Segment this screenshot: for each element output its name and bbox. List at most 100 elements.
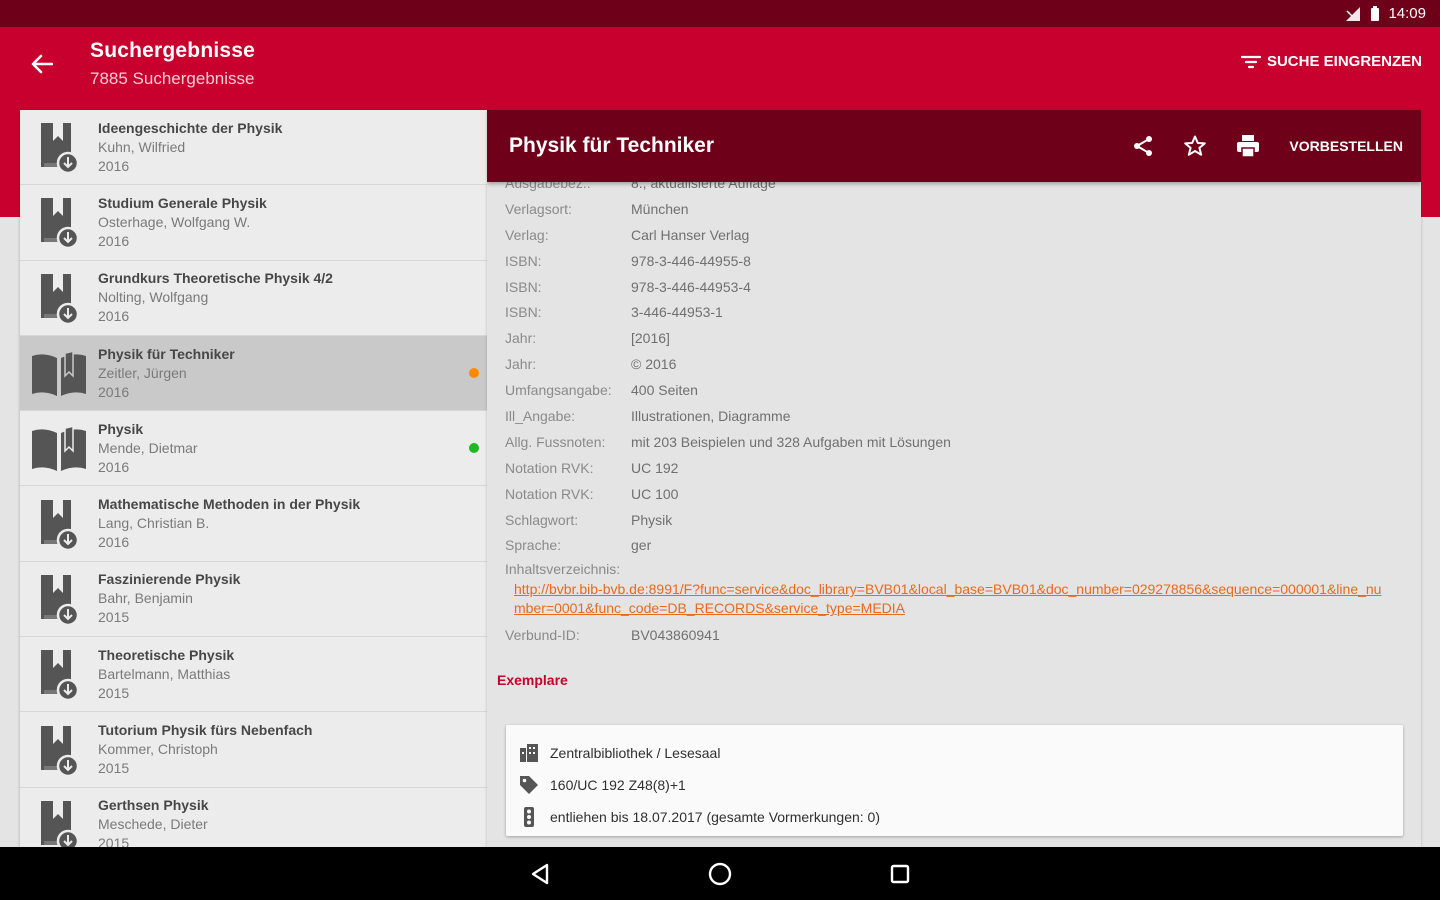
nav-back-button[interactable] (520, 854, 560, 894)
result-author: Bartelmann, Matthias (98, 665, 231, 682)
field-row: Verlagsort: München (487, 196, 1421, 222)
result-title: Gerthsen Physik (98, 797, 209, 814)
reserve-button[interactable]: VORBESTELLEN (1289, 138, 1403, 154)
traffic-light-icon (518, 806, 550, 828)
back-button[interactable] (22, 47, 62, 81)
result-item[interactable]: Theoretische Physik Bartelmann, Matthias 2… (20, 637, 487, 713)
field-row: Umfangsangabe: 400 Seiten (487, 377, 1421, 403)
field-row: Allg. Fussnoten: mit 203 Beispielen und 3… (487, 429, 1421, 455)
detail-actions: VORBESTELLEN (1131, 134, 1421, 158)
field-row: Notation RVK: UC 100 (487, 481, 1421, 507)
field-label: ISBN: (505, 252, 542, 269)
result-year: 2016 (98, 383, 130, 400)
ebook-download-icon (20, 194, 98, 250)
ebook-download-icon (20, 646, 98, 702)
result-year: 2016 (98, 534, 130, 551)
print-button[interactable] (1235, 134, 1261, 158)
result-year: 2015 (98, 760, 130, 777)
result-author: Osterhage, Wolfgang W. (98, 213, 251, 230)
result-item[interactable]: Ideengeschichte der Physik Kuhn, Wilfried… (20, 110, 487, 186)
field-row: ISBN: 3-446-44953-1 (487, 299, 1421, 325)
status-bar: 14:09 (0, 0, 1440, 27)
field-label: Notation RVK: (505, 485, 594, 502)
open-book-icon (20, 423, 98, 473)
field-label: Verlagsort: (505, 200, 572, 217)
detail-body: Ausgabebez.: 8., aktualisierte Auflage Ver… (487, 170, 1421, 688)
result-item[interactable]: Mathematische Methoden in der Physik Lang… (20, 486, 487, 562)
nav-home-button[interactable] (700, 854, 740, 894)
result-title: Faszinierende Physik (98, 571, 241, 588)
copy-location-row: Zentralbibliothek / Lesesaal (506, 737, 1403, 769)
result-item[interactable]: Tutorium Physik fürs Nebenfach Kommer, Ch… (20, 712, 487, 788)
field-value: [2016] (631, 330, 670, 347)
result-text: Mathematische Methoden in der Physik Lang… (98, 496, 360, 551)
field-row: ISBN: 978-3-446-44955-8 (487, 248, 1421, 274)
field-label: Verlag: (505, 226, 549, 243)
result-year: 2016 (98, 458, 130, 475)
result-title: Mathematische Methoden in der Physik (98, 496, 361, 513)
verbund-row: Verbund-ID: BV043860941 (487, 622, 1421, 648)
copy-location: Zentralbibliothek / Lesesaal (550, 745, 721, 761)
result-author: Bahr, Benjamin (98, 590, 193, 607)
result-text: Physik Mende, Dietmar 2016 (98, 421, 198, 476)
ebook-download-icon (20, 270, 98, 326)
result-item[interactable]: Physik für Techniker Zeitler, Jürgen 2016 (20, 335, 487, 412)
navigation-bar (0, 847, 1440, 900)
field-value: © 2016 (631, 356, 677, 373)
result-item[interactable]: Grundkurs Theoretische Physik 4/2 Nolting… (20, 261, 487, 336)
detail-title: Physik für Techniker (509, 134, 715, 157)
field-value: 978-3-446-44955-8 (631, 252, 751, 269)
bookmark-button[interactable] (1183, 134, 1207, 158)
field-label: Schlagwort: (505, 511, 579, 528)
result-title: Theoretische Physik (98, 646, 235, 663)
ebook-download-icon (20, 797, 98, 847)
result-year: 2016 (98, 232, 130, 249)
result-item[interactable]: Studium Generale Physik Osterhage, Wolfga… (20, 185, 487, 261)
field-value: BV043860941 (631, 627, 720, 644)
ebook-download-icon (20, 119, 98, 175)
open-book-icon (20, 348, 98, 398)
result-text: Studium Generale Physik Osterhage, Wolfga… (98, 195, 267, 250)
result-year: 2015 (98, 835, 130, 847)
field-row: Sprache: ger (487, 532, 1421, 558)
field-value: 3-446-44953-1 (631, 304, 723, 321)
result-year: 2016 (98, 308, 130, 325)
page-title: Suchergebnisse (90, 39, 256, 62)
nav-recents-button[interactable] (880, 854, 920, 894)
refine-search-button[interactable]: SUCHE EINGRENZEN (1240, 53, 1422, 70)
copies-heading: Exemplare (497, 672, 568, 689)
result-title: Grundkurs Theoretische Physik 4/2 (98, 270, 333, 287)
circle-home-icon (708, 862, 732, 885)
field-value: Illustrationen, Diagramme (631, 407, 791, 424)
field-row: Jahr: [2016] (487, 325, 1421, 351)
copy-card[interactable]: Zentralbibliothek / Lesesaal 160/UC 192 … (506, 725, 1403, 836)
copy-status-row: entliehen bis 18.07.2017 (gesamte Vormer… (506, 801, 1403, 833)
field-row: ISBN: 978-3-446-44953-4 (487, 274, 1421, 300)
field-label: Jahr: (505, 356, 537, 373)
field-label: Allg. Fussnoten: (505, 433, 606, 450)
copy-status: entliehen bis 18.07.2017 (gesamte Vormer… (550, 809, 880, 825)
result-title: Tutorium Physik fürs Nebenfach (98, 722, 313, 739)
result-item[interactable]: Physik Mende, Dietmar 2016 (20, 411, 487, 487)
result-text: Gerthsen Physik Meschede, Dieter 2015 (98, 797, 209, 847)
field-label: Verbund-ID: (505, 627, 580, 644)
field-label: Notation RVK: (505, 459, 594, 476)
result-text: Theoretische Physik Bartelmann, Matthias 2… (98, 647, 234, 702)
field-value: mit 203 Beispielen und 328 Aufgaben mit … (631, 433, 951, 450)
field-label: Umfangsangabe: (505, 382, 612, 399)
ebook-download-icon (20, 496, 98, 552)
detail-fields: Ausgabebez.: 8., aktualisierte Auflage Ver… (487, 170, 1421, 558)
refine-search-label: SUCHE EINGRENZEN (1266, 53, 1422, 70)
field-value: 400 Seiten (631, 382, 698, 399)
battery-icon (1370, 5, 1380, 22)
result-item[interactable]: Faszinierende Physik Bahr, Benjamin 2015 (20, 562, 487, 638)
toc-link[interactable]: http://bvbr.bib-bvb.de:8991/F?func=servi… (514, 580, 1384, 618)
share-button[interactable] (1131, 134, 1155, 158)
availability-dot (469, 367, 479, 378)
field-value: UC 192 (631, 459, 679, 476)
star-outline-icon (1184, 135, 1207, 156)
result-item[interactable]: Gerthsen Physik Meschede, Dieter 2015 (20, 788, 487, 847)
field-value: München (631, 200, 689, 217)
field-label: Ill_Angabe: (505, 407, 576, 424)
result-author: Meschede, Dieter (98, 816, 208, 833)
